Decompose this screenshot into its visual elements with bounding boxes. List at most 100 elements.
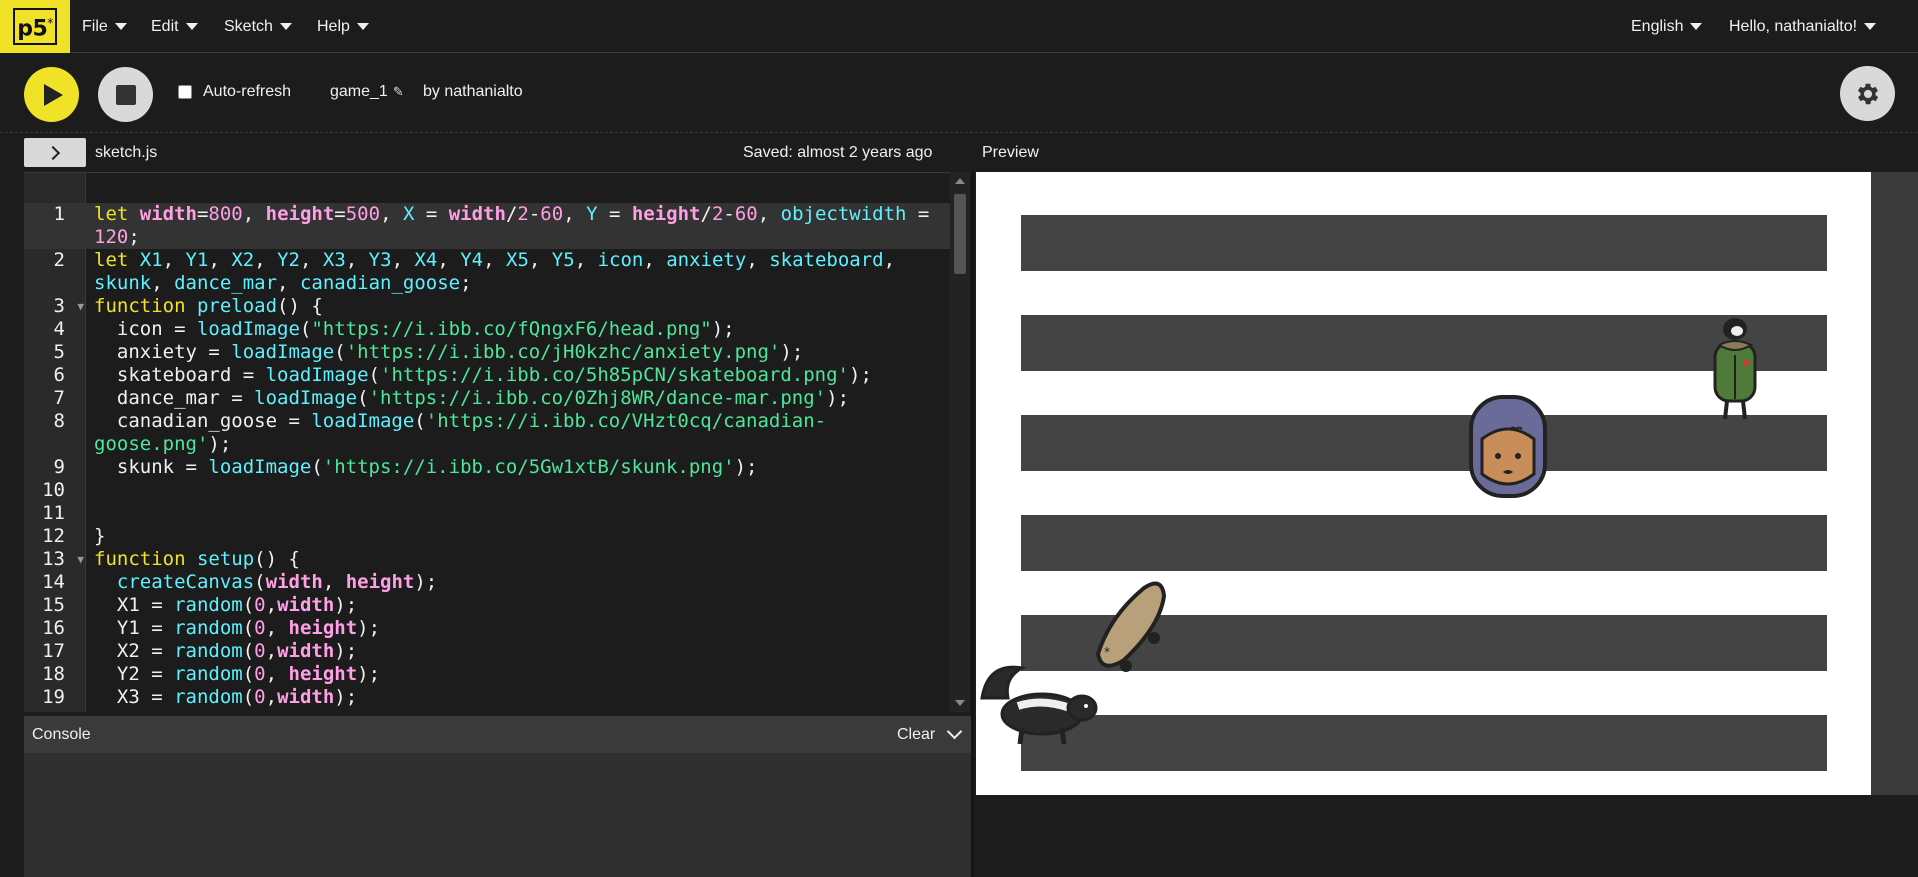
editor-scrollbar[interactable] xyxy=(950,172,970,712)
code-line[interactable]: 12} xyxy=(24,525,954,548)
code-token: width xyxy=(277,594,335,616)
code-line[interactable]: 3 ▼ function preload() { xyxy=(24,295,954,318)
console-clear-button[interactable]: Clear xyxy=(897,726,935,744)
code-content[interactable]: 1 let width=800, height=500, X = width/2-… xyxy=(24,203,954,709)
sketch-author[interactable]: by nathanialto xyxy=(423,83,523,101)
code-line[interactable]: 16 Y1 = random(0, height); xyxy=(24,617,954,640)
code-token: loadImage xyxy=(265,364,369,386)
pencil-icon[interactable]: ✎ xyxy=(393,84,404,100)
code-line[interactable]: 7 dance_mar = loadImage('https://i.ibb.c… xyxy=(24,387,954,410)
code-token: goose.png' xyxy=(94,433,209,455)
code-line[interactable]: 11 xyxy=(24,502,954,525)
scroll-thumb[interactable] xyxy=(954,194,966,274)
menu-sketch-label: Sketch xyxy=(224,17,273,35)
code-line[interactable]: 13 ▼ function setup() { xyxy=(24,548,954,571)
menu-help[interactable]: Help xyxy=(317,0,369,53)
code-token: width xyxy=(139,203,197,225)
code-token: ( xyxy=(414,410,426,432)
line-number: 9 xyxy=(53,456,65,478)
auto-refresh-toggle[interactable]: Auto-refresh xyxy=(178,83,291,101)
code-line[interactable]: 120; xyxy=(24,226,954,249)
menu-edit[interactable]: Edit xyxy=(151,0,198,53)
code-token: = xyxy=(196,203,209,225)
language-menu[interactable]: English xyxy=(1631,0,1703,53)
canadian-goose-sprite xyxy=(1713,318,1757,420)
line-number: 8 xyxy=(53,410,65,432)
code-line[interactable]: 2 let X1, Y1, X2, Y2, X3, Y3, X4, Y4, X5,… xyxy=(24,249,954,272)
gear-icon xyxy=(1857,83,1878,104)
code-line[interactable]: 1 let width=800, height=500, X = width/2-… xyxy=(24,203,954,226)
code-line[interactable]: 9 skunk = loadImage('https://i.ibb.co/5G… xyxy=(24,456,954,479)
code-token: () { xyxy=(254,548,300,570)
code-text xyxy=(86,502,105,525)
scroll-down-arrow-icon[interactable] xyxy=(955,700,965,706)
road-stripe xyxy=(1021,515,1827,571)
code-line[interactable]: 8 canadian_goose = loadImage('https://i.… xyxy=(24,410,954,433)
sketch-name[interactable]: game_1 ✎ xyxy=(330,83,404,101)
code-token: canadian_goose xyxy=(299,272,461,294)
code-line[interactable]: 17 X2 = random(0,width); xyxy=(24,640,954,663)
line-number xyxy=(24,433,86,456)
code-token: Y1 xyxy=(185,249,209,271)
code-token: ( xyxy=(242,686,255,708)
code-token: - xyxy=(723,203,735,225)
user-greeting: Hello, nathanialto! xyxy=(1729,17,1858,35)
code-line[interactable]: 10 xyxy=(24,479,954,502)
collapse-console-chevron-icon[interactable] xyxy=(946,723,963,740)
code-line[interactable]: 19 X3 = random(0,width); xyxy=(24,686,954,709)
code-token: ; xyxy=(128,226,140,248)
sketch-canvas[interactable]: * xyxy=(976,172,1871,795)
line-number: 7 xyxy=(53,387,65,409)
code-line[interactable]: 15 X1 = random(0,width); xyxy=(24,594,954,617)
code-line[interactable]: 5 anxiety = loadImage('https://i.ibb.co/… xyxy=(24,341,954,364)
code-token: ); xyxy=(334,686,358,708)
p5-logo[interactable]: p5* xyxy=(0,0,70,53)
code-token: X1 = xyxy=(94,594,175,616)
code-token: Y5 xyxy=(551,249,575,271)
code-text: skateboard = loadImage('https://i.ibb.co… xyxy=(86,364,872,387)
code-token: = xyxy=(597,203,632,225)
code-token: , xyxy=(322,571,346,593)
menu-file-label: File xyxy=(82,17,108,35)
menu-sketch[interactable]: Sketch xyxy=(224,0,292,53)
menu-file[interactable]: File xyxy=(82,0,127,53)
line-number: 2 xyxy=(53,249,65,271)
stop-button[interactable] xyxy=(98,67,153,122)
skunk-sprite xyxy=(980,665,1098,745)
user-menu[interactable]: Hello, nathanialto! xyxy=(1729,0,1877,53)
code-line[interactable]: skunk, dance_mar, canadian_goose; xyxy=(24,272,954,295)
code-line[interactable]: 6 skateboard = loadImage('https://i.ibb.… xyxy=(24,364,954,387)
code-line[interactable]: 4 icon = loadImage("https://i.ibb.co/fQn… xyxy=(24,318,954,341)
code-token: skunk = xyxy=(94,456,209,478)
code-token: 120 xyxy=(94,226,129,248)
code-token: "https://i.ibb.co/fQngxF6/head.png" xyxy=(311,318,712,340)
line-number: 16 xyxy=(42,617,65,639)
fold-arrow-icon[interactable]: ▼ xyxy=(77,548,84,571)
auto-refresh-checkbox[interactable] xyxy=(178,85,192,99)
line-number: 1 xyxy=(53,203,65,225)
code-token: 'https://i.ibb.co/5Gw1xtB/skunk.png' xyxy=(322,456,735,478)
code-token: , xyxy=(345,249,369,271)
sidebar-toggle-button[interactable] xyxy=(24,138,86,167)
line-number: 10 xyxy=(42,479,65,501)
fold-arrow-icon[interactable]: ▼ xyxy=(77,295,84,318)
line-number: 5 xyxy=(53,341,65,363)
menu-edit-label: Edit xyxy=(151,17,179,35)
code-token: = xyxy=(414,203,449,225)
code-line[interactable]: goose.png'); xyxy=(24,433,954,456)
code-token: loadImage xyxy=(231,341,335,363)
code-token: 'https://i.ibb.co/5h85pCN/skateboard.png… xyxy=(380,364,849,386)
code-text: X3 = random(0,width); xyxy=(86,686,357,709)
code-line[interactable]: 14 createCanvas(width, height); xyxy=(24,571,954,594)
code-editor[interactable]: 1 let width=800, height=500, X = width/2-… xyxy=(24,172,971,712)
code-token: width xyxy=(448,203,506,225)
code-text: dance_mar = loadImage('https://i.ibb.co/… xyxy=(86,387,849,410)
pane-divider[interactable] xyxy=(971,172,974,877)
code-token: X5 xyxy=(506,249,529,271)
scroll-up-arrow-icon[interactable] xyxy=(955,178,965,184)
play-button[interactable] xyxy=(24,67,79,122)
code-token: Y2 xyxy=(277,249,300,271)
code-line[interactable]: 18 Y2 = random(0, height); xyxy=(24,663,954,686)
code-token: setup xyxy=(196,548,255,570)
settings-button[interactable] xyxy=(1840,66,1895,121)
